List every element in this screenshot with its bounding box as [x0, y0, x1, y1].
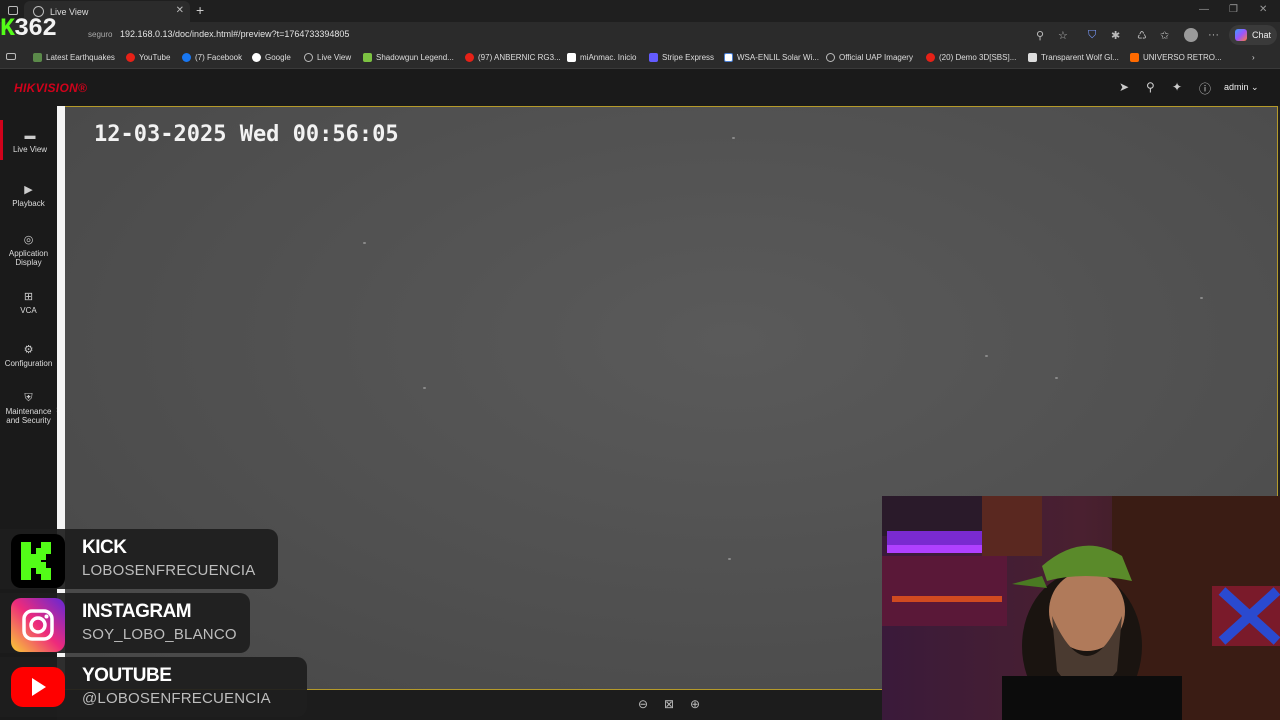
maximize-icon[interactable]: ❐ — [1229, 4, 1238, 15]
browser-titlebar: Live View ✕ + — ❐ ✕ — [0, 0, 1280, 22]
nav-label: Playback — [12, 199, 45, 208]
kick-handle: LOBOSENFRECUENCIA — [82, 562, 256, 579]
search-icon[interactable]: ⚲ — [1146, 80, 1155, 94]
bookmark-item[interactable]: (97) ANBERNIC RG3... — [465, 53, 561, 62]
nav-label: Display — [15, 258, 42, 267]
bookmark-item[interactable]: miAnmac. Inicio — [567, 53, 636, 62]
bookmark-item[interactable]: Live View — [304, 53, 351, 62]
nav-label: Configuration — [4, 359, 53, 368]
nav-label: and Security — [6, 416, 51, 425]
nav-label: Maintenance — [5, 407, 52, 416]
youtube-logo-icon — [11, 667, 65, 707]
address-bar: seguro 192.168.0.13/doc/index.html#/prev… — [0, 22, 1280, 48]
user-menu[interactable]: admin ⌄ — [1224, 82, 1259, 93]
gear-icon: ⚙ — [23, 344, 34, 356]
viewer-count: 362 — [14, 14, 57, 43]
noise-speck — [423, 387, 426, 389]
kick-logo-icon — [11, 534, 65, 588]
osd-timestamp: 12-03-2025 Wed 00:56:05 — [94, 122, 399, 147]
close-window-icon[interactable]: ✕ — [1259, 4, 1267, 15]
noise-speck — [1200, 297, 1203, 299]
bookmark-item[interactable]: Latest Earthquakes — [33, 53, 115, 62]
url-field[interactable]: 192.168.0.13/doc/index.html#/preview?t=1… — [120, 29, 349, 39]
bookmark-item[interactable]: Official UAP Imagery — [826, 53, 913, 62]
noise-speck — [1055, 377, 1058, 379]
kick-overlay: KICK LOBOSENFRECUENCIA — [0, 529, 278, 589]
username: admin — [1224, 82, 1249, 92]
maintenance-icon: ⛨ — [24, 392, 33, 404]
noise-speck — [363, 242, 366, 244]
youtube-handle: @LOBOSENFRECUENCIA — [82, 690, 271, 707]
instagram-overlay: INSTAGRAM SOY_LOBO_BLANCO — [0, 593, 250, 653]
extensions-icon[interactable]: ✱ — [1111, 29, 1120, 42]
nav-configuration[interactable]: ⚙ Configuration — [0, 344, 57, 368]
tools-icon[interactable]: ✦ — [1172, 80, 1182, 94]
favorites-icon[interactable]: ✩ — [1160, 29, 1169, 42]
youtube-overlay: YOUTUBE @LOBOSENFRECUENCIA — [0, 657, 307, 717]
bookmark-item[interactable]: (7) Facebook — [182, 53, 242, 62]
nav-application-display[interactable]: ◎ Application Display — [0, 234, 57, 267]
copilot-chat-button[interactable]: Chat — [1229, 25, 1277, 45]
security-label[interactable]: seguro — [88, 30, 112, 39]
profile-avatar[interactable] — [1184, 28, 1198, 42]
nav-label: VCA — [20, 306, 37, 315]
chat-label: Chat — [1251, 30, 1271, 40]
kick-k-glyph: K — [0, 14, 15, 43]
nav-live-view[interactable]: ▬ Live View — [0, 120, 57, 160]
bookmarks-bar: Latest Earthquakes YouTube (7) Facebook … — [0, 48, 1280, 69]
nav-playback[interactable]: ▶ Playback — [0, 184, 57, 208]
bookmark-item[interactable]: YouTube — [126, 53, 170, 62]
youtube-title: YOUTUBE — [82, 665, 172, 686]
bookmarks-menu-icon[interactable] — [6, 53, 20, 60]
minimize-icon[interactable]: — — [1199, 4, 1209, 15]
kick-title: KICK — [82, 537, 127, 558]
app-header: HIKVISION® ➤ ⚲ ✦ ⓘ admin ⌄ — [0, 69, 1280, 106]
webcam-feed — [882, 496, 1280, 720]
nav-vca[interactable]: ⊞ VCA — [0, 291, 57, 315]
more-menu-icon[interactable]: ··· — [1208, 29, 1219, 41]
noise-speck — [728, 558, 731, 560]
bookmark-item[interactable]: Transparent Wolf Gl... — [1028, 53, 1119, 62]
instagram-logo-icon — [11, 598, 65, 652]
bookmark-item[interactable]: (20) Demo 3D[SBS]... — [926, 53, 1016, 62]
nav-maintenance-security[interactable]: ⛨ Maintenance and Security — [0, 392, 57, 425]
performance-icon[interactable]: ♺ — [1137, 29, 1147, 42]
bookmark-item[interactable]: Stripe Express — [649, 53, 714, 62]
instagram-handle: SOY_LOBO_BLANCO — [82, 626, 237, 643]
new-tab-icon[interactable]: + — [196, 2, 204, 18]
stream-viewer-counter: K362 — [0, 14, 57, 43]
bookmark-item[interactable]: UNIVERSO RETRO... — [1130, 53, 1222, 62]
instagram-title: INSTAGRAM — [82, 601, 192, 622]
noise-speck — [732, 137, 735, 139]
close-tab-icon[interactable]: ✕ — [176, 5, 184, 16]
key-icon[interactable]: ⚲ — [1036, 29, 1044, 42]
hikvision-logo: HIKVISION® — [14, 81, 88, 95]
favorite-star-icon[interactable]: ☆ — [1058, 29, 1068, 42]
bookmark-item[interactable]: WSA-ENLIL Solar Wi... — [724, 53, 819, 62]
monitor-icon: ▬ — [24, 130, 36, 142]
noise-speck — [985, 355, 988, 357]
vca-grid-icon: ⊞ — [23, 291, 34, 303]
next-icon[interactable]: ⊕ — [690, 697, 700, 711]
bookmark-item[interactable]: Google — [252, 53, 291, 62]
extension-shield-icon[interactable]: ⛉ — [1088, 29, 1096, 42]
play-icon: ▶ — [24, 184, 33, 196]
info-icon[interactable]: ⓘ — [1199, 80, 1211, 97]
copilot-icon — [1235, 29, 1247, 41]
send-icon[interactable]: ➤ — [1119, 80, 1129, 94]
bookmarks-overflow-icon[interactable]: › — [1252, 53, 1255, 62]
application-icon: ◎ — [23, 234, 34, 246]
nav-label: Application — [8, 249, 49, 258]
window-layout-icon[interactable]: ⊠ — [664, 697, 674, 711]
previous-icon[interactable]: ⊖ — [638, 697, 648, 711]
bookmark-item[interactable]: Shadowgun Legend... — [363, 53, 454, 62]
nav-label: Live View — [12, 145, 48, 154]
